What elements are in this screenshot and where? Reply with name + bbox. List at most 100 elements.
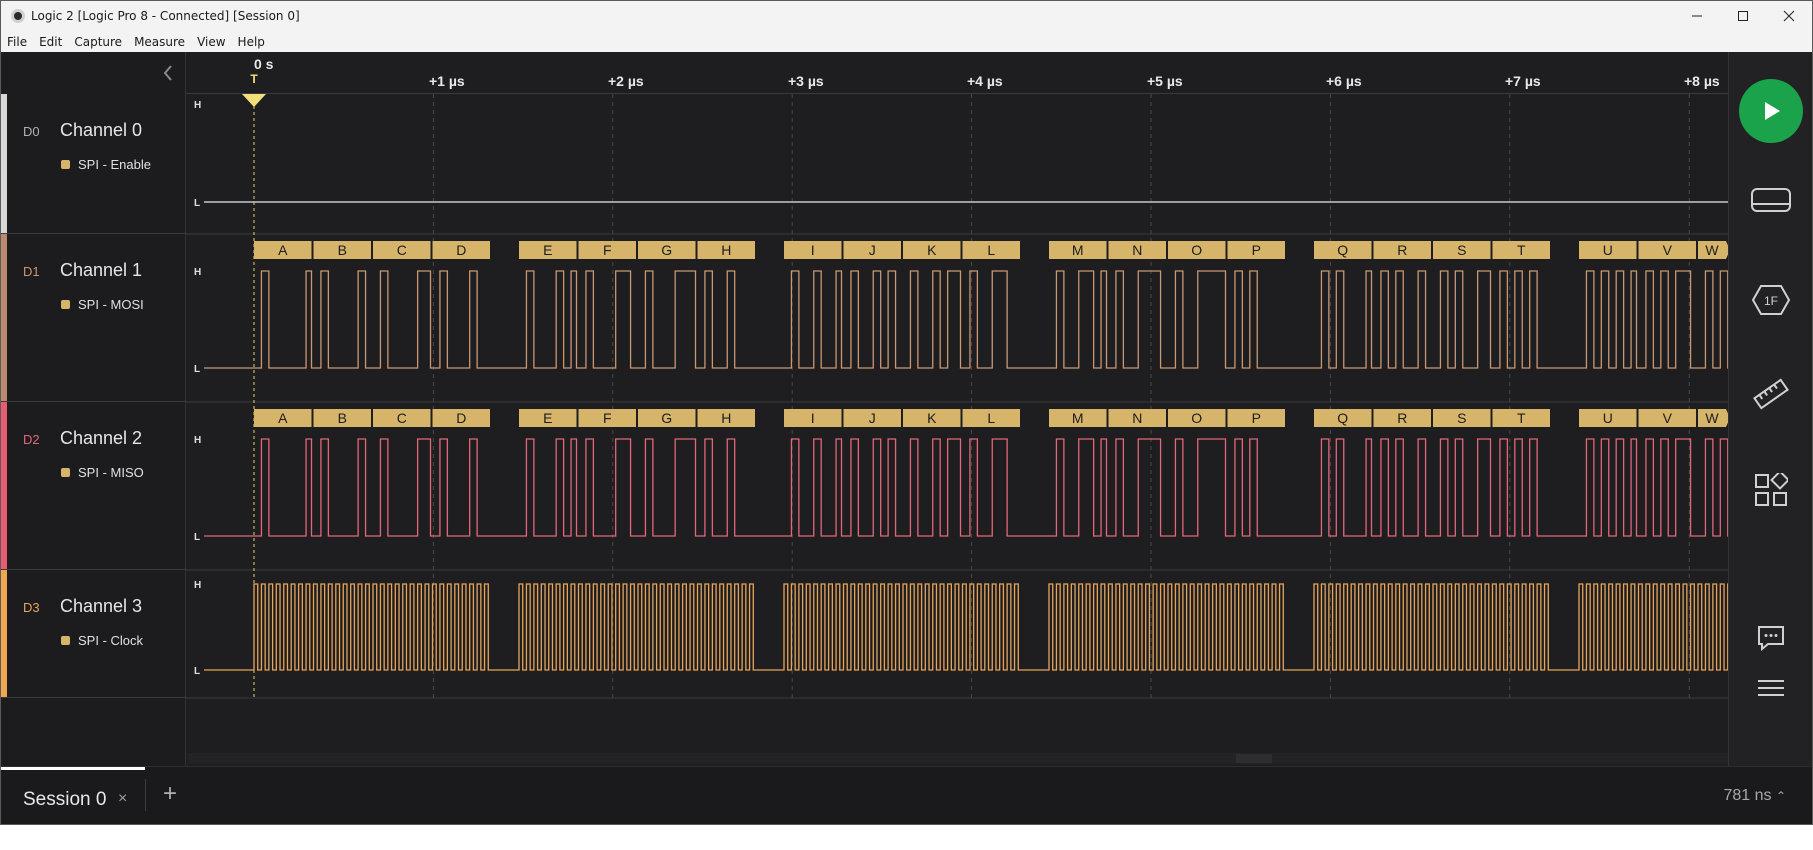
- analyzer-label: SPI - MISO: [61, 465, 144, 480]
- analyzers-button[interactable]: 1F: [1750, 279, 1792, 321]
- analyzer-name: SPI - Enable: [78, 157, 151, 172]
- decoded-byte-label: C: [397, 410, 407, 426]
- collapse-panel-button[interactable]: [159, 62, 177, 84]
- session-tab-label: Session 0: [23, 789, 107, 810]
- decoded-byte-label: L: [987, 410, 995, 426]
- analyzer-color-icon: [61, 636, 70, 645]
- decoded-byte-label: J: [869, 242, 876, 258]
- decoded-byte-label: D: [456, 242, 466, 258]
- decoded-byte-label: M: [1072, 410, 1084, 426]
- menu-view[interactable]: View: [191, 35, 231, 49]
- decoded-byte-label: U: [1603, 242, 1613, 258]
- decoded-byte-label: E: [543, 410, 552, 426]
- decoded-byte-label: A: [278, 410, 288, 426]
- comments-button[interactable]: [1750, 617, 1792, 659]
- decoded-byte-label: N: [1132, 242, 1142, 258]
- channel-color-stripe: [1, 234, 7, 401]
- main-area: D0 Channel 0 SPI - Enable D1 Channel 1 S…: [1, 52, 1812, 766]
- add-session-icon[interactable]: +: [156, 780, 184, 808]
- menu-bar: File Edit Capture Measure View Help: [1, 31, 1812, 52]
- minimize-button[interactable]: [1674, 1, 1720, 31]
- chevron-up-icon: ⌃: [1775, 789, 1786, 803]
- decoded-byte-label: K: [927, 410, 937, 426]
- level-high-label: H: [194, 580, 201, 591]
- session-bar: Session 0 × + 781 ns ⌃: [1, 766, 1812, 824]
- ruler-icon: [1753, 378, 1789, 410]
- decoded-byte-label: V: [1663, 242, 1673, 258]
- logic2-window: Logic 2 [Logic Pro 8 - Connected] [Sessi…: [0, 0, 1813, 825]
- menu-file[interactable]: File: [1, 35, 33, 49]
- app-icon: [11, 9, 25, 23]
- decoded-byte-label: G: [661, 410, 672, 426]
- decoded-byte-label: N: [1132, 410, 1142, 426]
- maximize-icon: [1738, 11, 1748, 21]
- menu-edit[interactable]: Edit: [33, 35, 68, 49]
- channel-name[interactable]: Channel 0: [60, 120, 142, 141]
- channel-name[interactable]: Channel 1: [60, 260, 142, 281]
- analyzer-color-icon: [61, 160, 70, 169]
- analyzer-color-icon: [61, 300, 70, 309]
- analyzer-label: SPI - MOSI: [61, 297, 144, 312]
- session-tab[interactable]: Session 0 ×: [1, 767, 145, 825]
- start-capture-button[interactable]: [1739, 79, 1803, 143]
- trigger-label[interactable]: T: [247, 72, 261, 88]
- analyzer-name: SPI - Clock: [78, 633, 144, 648]
- tick-label: +6 µs: [1326, 73, 1362, 89]
- decoded-byte-label: E: [543, 242, 552, 258]
- main-menu-button[interactable]: [1750, 667, 1792, 709]
- tick-label: +3 µs: [788, 73, 824, 89]
- channel-name[interactable]: Channel 2: [60, 428, 142, 449]
- analyzer-label: SPI - Enable: [61, 157, 151, 172]
- close-icon: [1783, 10, 1795, 22]
- decoded-byte-label: S: [1457, 410, 1466, 426]
- channel-row-d1[interactable]: D1 Channel 1 SPI - MOSI: [1, 234, 186, 402]
- channel-row-d3[interactable]: D3 Channel 3 SPI - Clock: [1, 570, 186, 698]
- waveform-canvas[interactable]: H L H L H L H L A B C D E F G H I J K L M N O P Q R S T U V W A B C D E F G H I…: [186, 94, 1728, 766]
- channel-color-stripe: [1, 402, 7, 569]
- extensions-button[interactable]: [1750, 469, 1792, 511]
- tick-label: +8 µs: [1684, 73, 1720, 89]
- channel-name[interactable]: Channel 3: [60, 596, 142, 617]
- menu-measure[interactable]: Measure: [128, 35, 191, 49]
- decoded-byte-label: F: [603, 242, 612, 258]
- svg-text:1F: 1F: [1764, 294, 1778, 308]
- channel-color-stripe: [1, 94, 7, 233]
- minimize-icon: [1692, 15, 1702, 17]
- channel1-mosi-trace: [204, 270, 1728, 369]
- decoded-byte-label: S: [1457, 242, 1466, 258]
- analyzer-label: SPI - Clock: [61, 633, 143, 648]
- time-ruler[interactable]: 0 s +1 µs +2 µs +3 µs +4 µs +5 µs +6 µs …: [186, 52, 1728, 94]
- decoded-byte-label: R: [1397, 410, 1407, 426]
- level-high-label: H: [194, 435, 201, 446]
- window-title: Logic 2 [Logic Pro 8 - Connected] [Sessi…: [31, 9, 300, 23]
- channel-id: D2: [23, 432, 40, 447]
- decoded-byte-label: Q: [1337, 242, 1348, 258]
- horizontal-scrollbar[interactable]: [188, 753, 1728, 764]
- decoded-byte-label: A: [278, 242, 288, 258]
- device-settings-button[interactable]: [1750, 179, 1792, 221]
- channel3-clock-trace: [204, 583, 1728, 671]
- channel-row-d0[interactable]: D0 Channel 0 SPI - Enable: [1, 94, 186, 234]
- trigger-marker-icon: [242, 94, 266, 107]
- channel-row-d2[interactable]: D2 Channel 2 SPI - MISO: [1, 402, 186, 570]
- measurements-button[interactable]: [1750, 373, 1792, 415]
- decoded-byte-label: O: [1191, 242, 1202, 258]
- close-button[interactable]: [1766, 1, 1812, 31]
- channel2-miso-trace: [204, 438, 1728, 537]
- decoded-byte-label: D: [456, 410, 466, 426]
- menu-capture[interactable]: Capture: [68, 35, 128, 49]
- maximize-button[interactable]: [1720, 1, 1766, 31]
- level-low-label: L: [194, 666, 200, 677]
- menu-help[interactable]: Help: [232, 35, 271, 49]
- level-low-label: L: [194, 364, 200, 375]
- decoded-byte-label: O: [1191, 410, 1202, 426]
- timing-readout[interactable]: 781 ns ⌃: [1723, 787, 1786, 805]
- channel-id: D1: [23, 264, 40, 279]
- tick-label: +4 µs: [967, 73, 1003, 89]
- hamburger-icon: [1758, 680, 1784, 696]
- scrollbar-thumb[interactable]: [1236, 754, 1272, 763]
- decoded-byte-label: Q: [1337, 410, 1348, 426]
- close-session-icon[interactable]: ×: [118, 790, 127, 808]
- channel-id: D3: [23, 600, 40, 615]
- play-icon: [1765, 102, 1780, 120]
